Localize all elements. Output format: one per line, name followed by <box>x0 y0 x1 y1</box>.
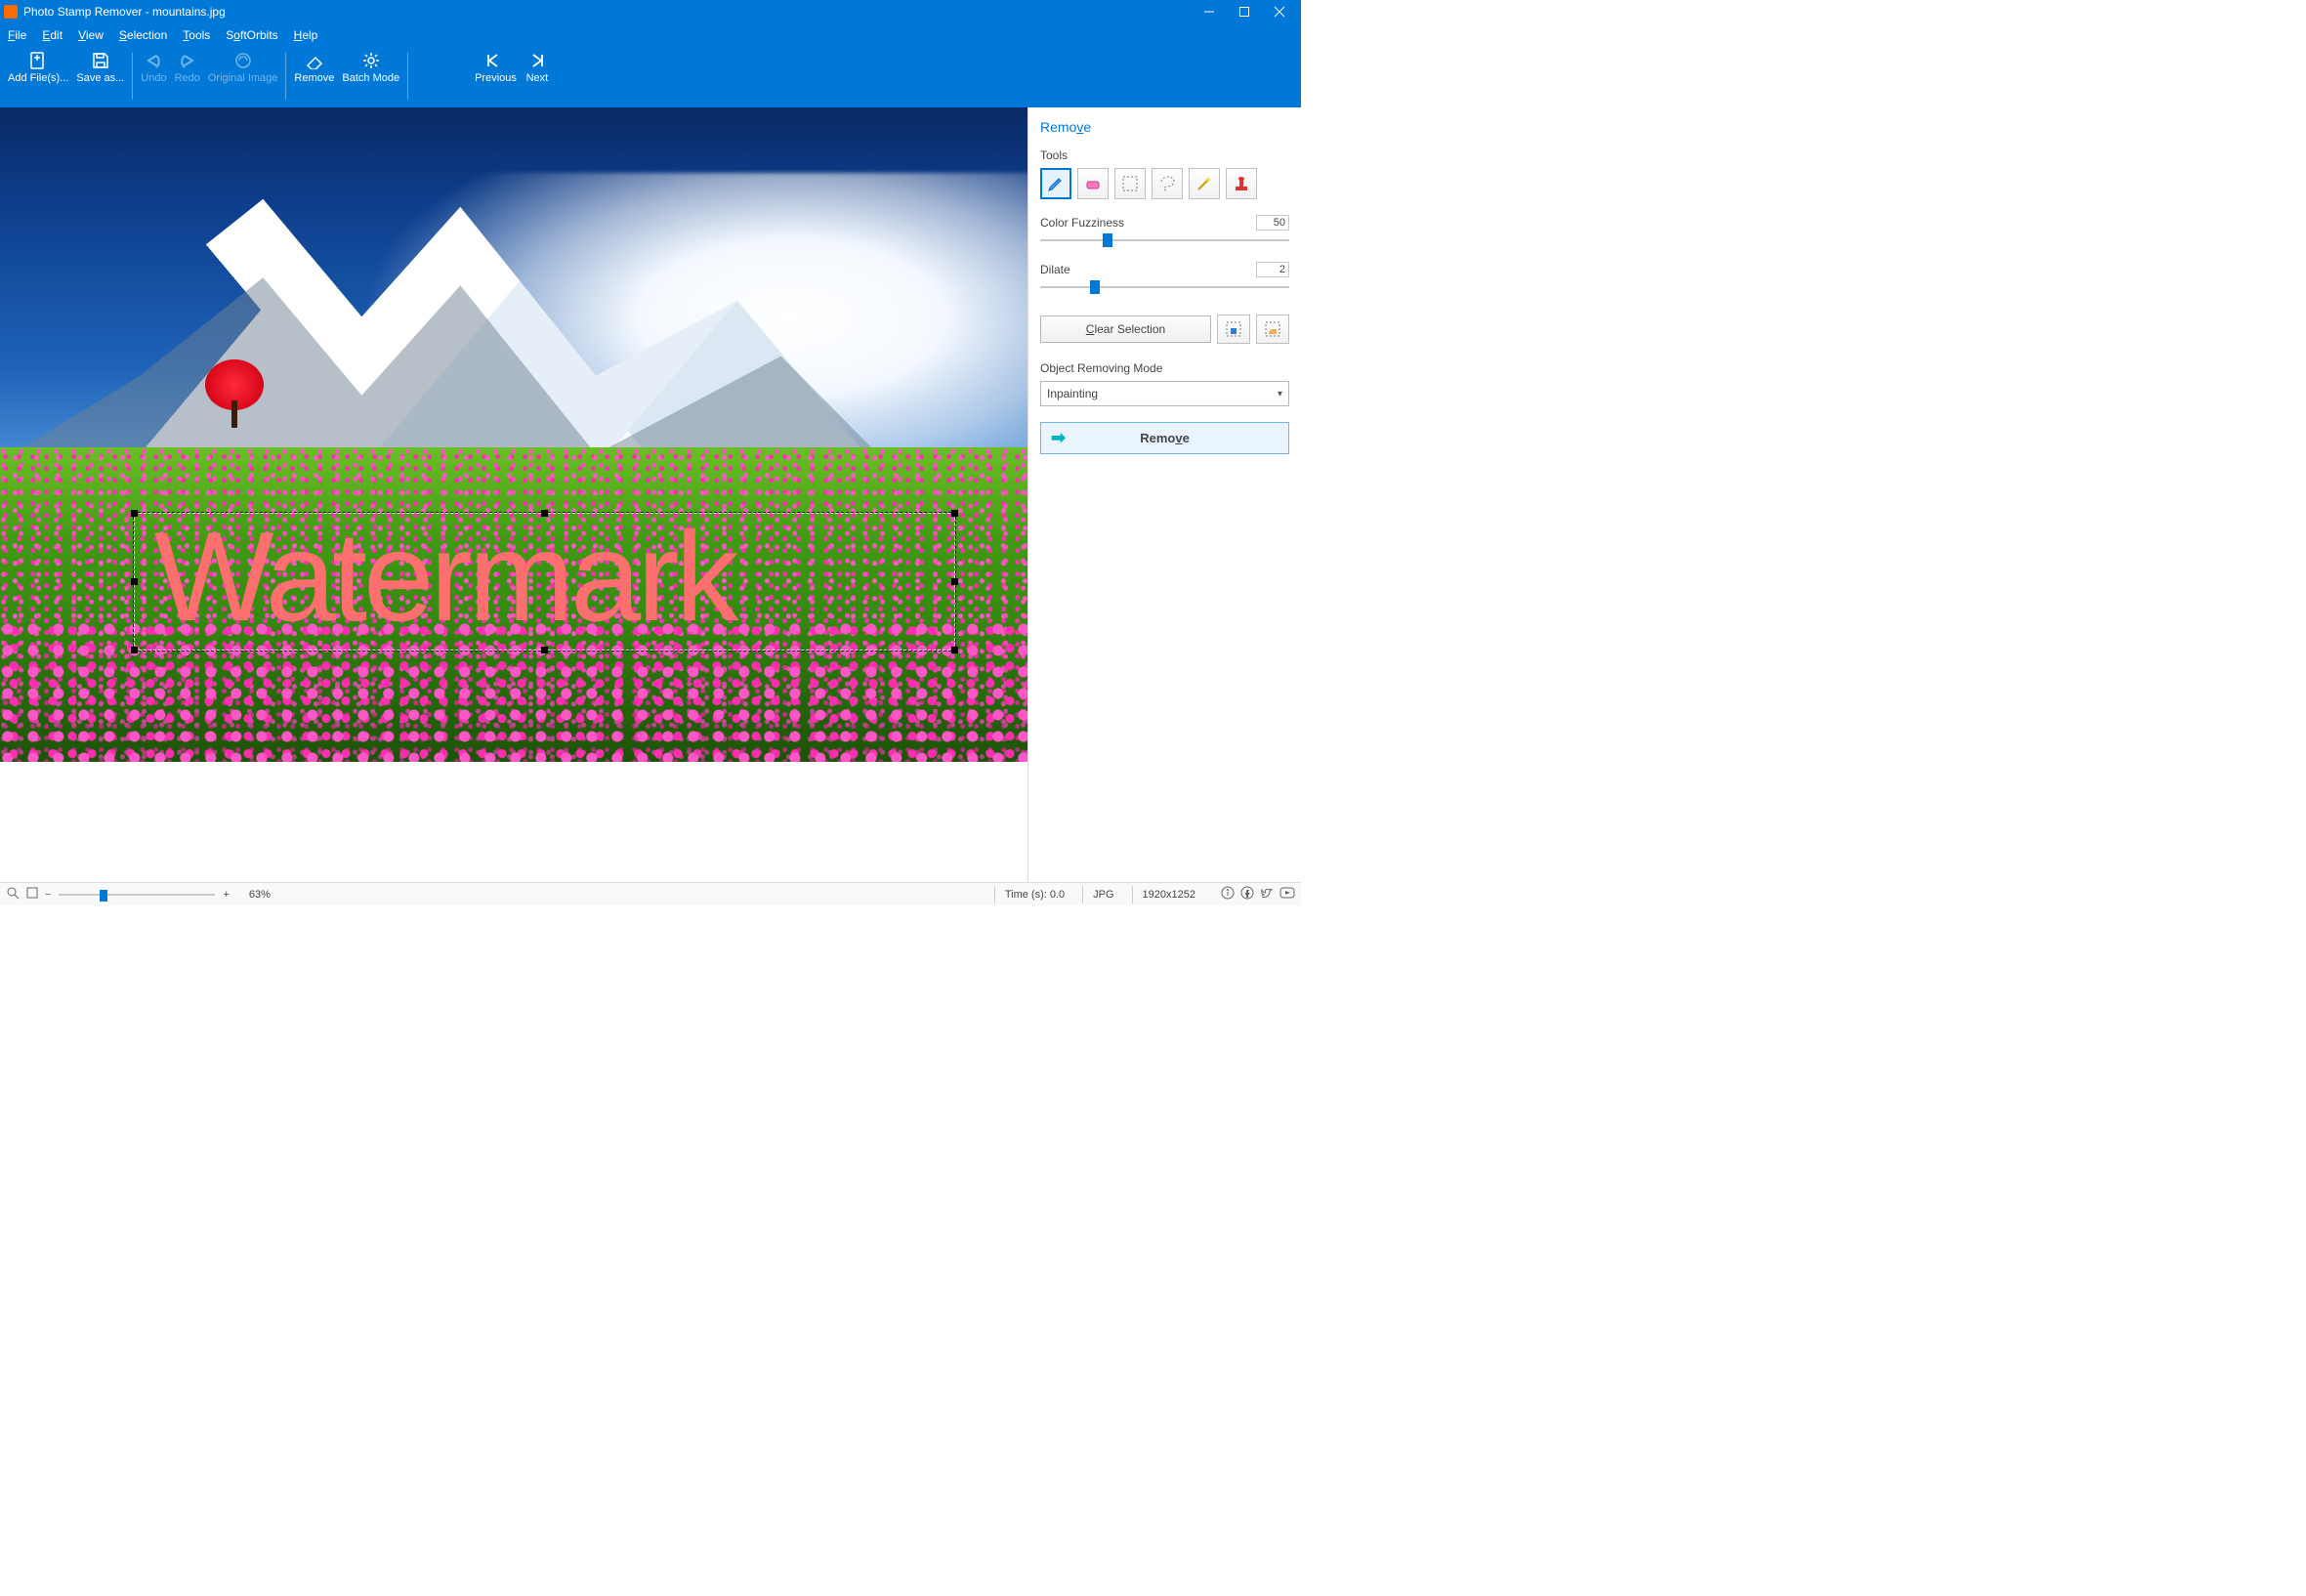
facebook-icon[interactable] <box>1240 886 1254 903</box>
undo-button[interactable]: Undo <box>137 49 170 104</box>
menu-tools[interactable]: Tools <box>183 28 210 42</box>
color-fuzziness-value[interactable]: 50 <box>1256 215 1289 231</box>
minimize-icon <box>1203 6 1215 18</box>
app-icon <box>4 5 18 19</box>
next-button[interactable]: Next <box>521 49 554 104</box>
close-button[interactable] <box>1262 0 1297 23</box>
save-icon <box>89 51 112 70</box>
canvas-area: Watermark <box>0 107 1027 882</box>
color-fuzziness-slider[interactable] <box>1040 231 1289 250</box>
selection-handle[interactable] <box>951 647 958 653</box>
previous-icon <box>483 51 507 70</box>
window-title: Photo Stamp Remover - mountains.jpg <box>23 5 226 19</box>
ribbon-toolbar: Add File(s)... Save as... Undo Redo Orig… <box>0 47 1301 107</box>
zoom-tool-icon[interactable] <box>6 886 20 903</box>
original-image-icon <box>231 51 255 70</box>
arrow-right-icon: ➡ <box>1051 428 1066 448</box>
selection-handle[interactable] <box>541 647 548 653</box>
canvas-image: Watermark <box>0 107 1027 762</box>
tools-row <box>1040 168 1289 199</box>
gear-icon <box>359 51 383 70</box>
object-removing-mode-label: Object Removing Mode <box>1040 361 1289 375</box>
canvas-viewport[interactable]: Watermark <box>0 107 1027 882</box>
save-selection-icon <box>1225 320 1242 338</box>
previous-button[interactable]: Previous <box>471 49 521 104</box>
menu-selection[interactable]: Selection <box>119 28 167 42</box>
original-image-button[interactable]: Original Image <box>204 49 282 104</box>
selection-handle[interactable] <box>131 647 138 653</box>
chevron-down-icon: ▾ <box>1278 389 1282 399</box>
rect-select-tool[interactable] <box>1114 168 1146 199</box>
redo-icon <box>176 51 199 70</box>
menu-file[interactable]: File <box>8 28 26 42</box>
status-bar: − + 63% Time (s): 0.0 JPG 1920x1252 <box>0 882 1301 905</box>
load-selection-button[interactable] <box>1256 315 1289 344</box>
lasso-tool[interactable] <box>1152 168 1183 199</box>
next-icon <box>525 51 549 70</box>
menu-edit[interactable]: Edit <box>42 28 63 42</box>
title-bar: Photo Stamp Remover - mountains.jpg <box>0 0 1301 23</box>
maximize-button[interactable] <box>1227 0 1262 23</box>
add-file-icon <box>26 51 50 70</box>
marker-tool[interactable] <box>1040 168 1071 199</box>
fit-screen-icon[interactable] <box>25 886 39 903</box>
magic-wand-tool[interactable] <box>1189 168 1220 199</box>
undo-icon <box>142 51 165 70</box>
eraser-icon <box>303 51 326 70</box>
menu-bar: File Edit View Selection Tools SoftOrbit… <box>0 23 1301 47</box>
color-fuzziness-label: Color Fuzziness <box>1040 216 1124 230</box>
selection-handle[interactable] <box>951 510 958 517</box>
app-window: Photo Stamp Remover - mountains.jpg File… <box>0 0 1301 905</box>
eraser-tool[interactable] <box>1077 168 1109 199</box>
save-as-button[interactable]: Save as... <box>72 49 128 104</box>
tools-label: Tools <box>1040 148 1289 162</box>
clear-selection-button[interactable]: Clear Selection <box>1040 315 1211 343</box>
close-icon <box>1274 6 1285 18</box>
rect-select-icon <box>1120 174 1140 193</box>
dilate-label: Dilate <box>1040 263 1070 276</box>
twitter-icon[interactable] <box>1260 886 1274 903</box>
status-time: Time (s): 0.0 <box>994 886 1074 903</box>
lasso-icon <box>1157 174 1177 193</box>
zoom-percent: 63% <box>249 889 271 901</box>
dilate-slider[interactable] <box>1040 277 1289 297</box>
minimize-button[interactable] <box>1192 0 1227 23</box>
side-panel: Remove Tools Color Fuzziness 50 Dilate 2 <box>1027 107 1301 882</box>
menu-view[interactable]: View <box>78 28 104 42</box>
redo-button[interactable]: Redo <box>171 49 204 104</box>
magic-wand-icon <box>1195 174 1214 193</box>
selection-rectangle[interactable] <box>134 513 956 651</box>
save-selection-button[interactable] <box>1217 315 1250 344</box>
menu-help[interactable]: Help <box>294 28 318 42</box>
maximize-icon <box>1238 6 1250 18</box>
load-selection-icon <box>1264 320 1281 338</box>
selection-handle[interactable] <box>131 510 138 517</box>
main-area: Watermark Remove Tool <box>0 107 1301 882</box>
batch-mode-button[interactable]: Batch Mode <box>338 49 403 104</box>
dilate-value[interactable]: 2 <box>1256 262 1289 277</box>
info-icon[interactable] <box>1221 886 1235 903</box>
stamp-tool[interactable] <box>1226 168 1257 199</box>
stamp-icon <box>1232 174 1251 193</box>
status-format: JPG <box>1082 886 1123 903</box>
zoom-in-button[interactable]: + <box>223 889 229 901</box>
selection-handle[interactable] <box>951 578 958 585</box>
object-removing-mode-select[interactable]: Inpainting ▾ <box>1040 381 1289 406</box>
marker-icon <box>1046 174 1066 193</box>
remove-ribbon-button[interactable]: Remove <box>290 49 338 104</box>
status-dimensions: 1920x1252 <box>1132 886 1205 903</box>
remove-button[interactable]: ➡ Remove <box>1040 422 1289 454</box>
zoom-slider[interactable] <box>59 887 215 903</box>
panel-tab-remove[interactable]: Remove <box>1040 115 1289 145</box>
add-files-button[interactable]: Add File(s)... <box>4 49 72 104</box>
selection-handle[interactable] <box>131 578 138 585</box>
eraser-icon <box>1083 174 1103 193</box>
selection-handle[interactable] <box>541 510 548 517</box>
youtube-icon[interactable] <box>1279 886 1295 903</box>
menu-softorbits[interactable]: SoftOrbits <box>226 28 277 42</box>
zoom-out-button[interactable]: − <box>45 889 51 901</box>
